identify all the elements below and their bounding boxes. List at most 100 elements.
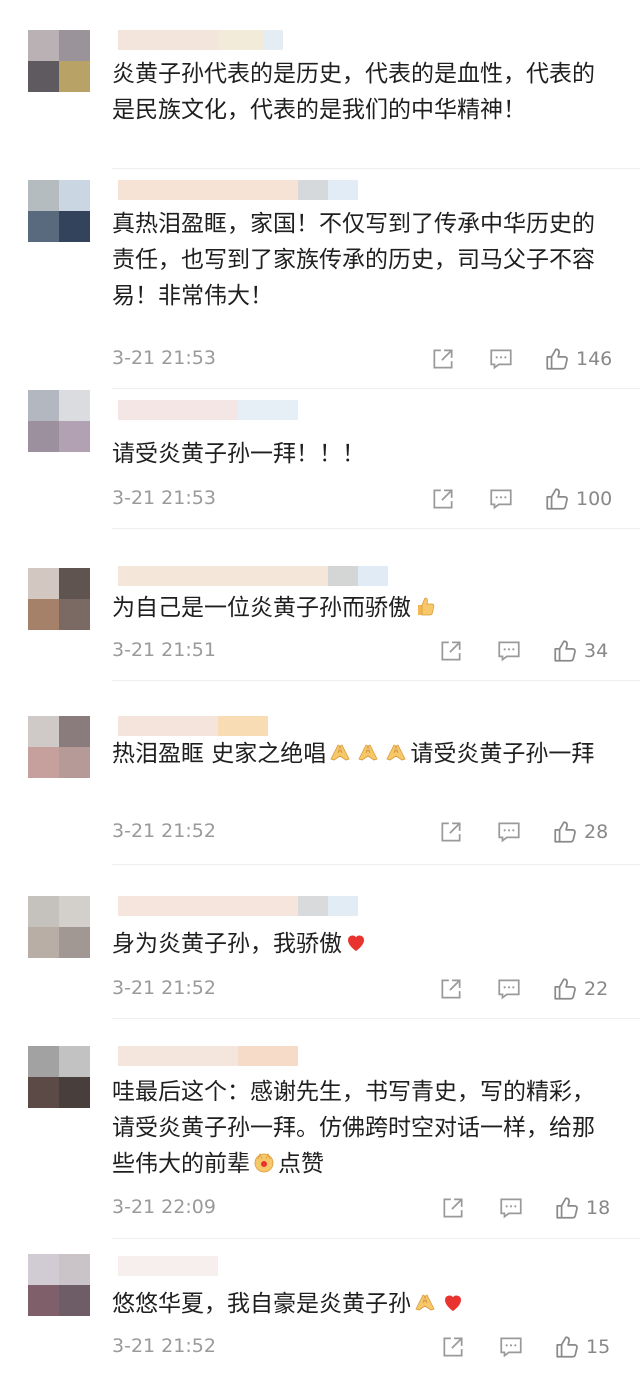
comment-text: 为自己是一位炎黄子孙而骄傲 [112,590,612,626]
avatar[interactable] [28,1254,90,1316]
like-button[interactable]: 15 [554,1333,610,1361]
like-count: 15 [586,1336,611,1358]
comment-meta: 3-21 21:52 22 [112,975,624,1003]
username-blurred[interactable] [118,566,388,586]
share-button[interactable] [440,1333,466,1361]
share-button[interactable] [438,818,464,846]
avatar[interactable] [28,568,90,630]
thumbs-up-icon [556,1197,578,1219]
share-button[interactable] [438,975,464,1003]
reply-button[interactable] [488,485,514,513]
divider [112,528,640,529]
like-count: 18 [586,1197,611,1219]
like-count: 100 [576,488,613,510]
share-icon [441,979,461,999]
username-blurred[interactable] [118,400,298,420]
comment-meta: 3-21 21:53 146 [112,345,624,373]
avatar[interactable] [28,180,90,242]
comment-time: 3-21 22:09 [112,1196,216,1218]
like-count: 22 [584,978,609,1000]
praying-hands-emoji [330,744,350,761]
comment-time: 3-21 21:52 [112,1335,216,1357]
reply-button[interactable] [488,345,514,373]
comment-text: 悠悠华夏，我自豪是炎黄子孙 [112,1286,612,1322]
comment-meta: 3-21 22:09 18 [112,1194,624,1222]
praying-hands-emoji [358,744,378,761]
avatar[interactable] [28,30,90,92]
like-button[interactable]: 18 [554,1194,610,1222]
username-blurred[interactable] [118,180,358,200]
praying-hands-emoji [415,1294,435,1311]
thumbs-up-icon [546,488,568,510]
comment-icon [490,489,512,510]
like-button[interactable]: 100 [544,485,612,513]
like-count: 28 [584,821,609,843]
comment-meta: 3-21 21:51 34 [112,637,624,665]
reply-button[interactable] [496,818,522,846]
comment-text: 哇最后这个：感谢先生，书写青史，写的精彩，请受炎黄子孙一拜。仿佛跨时空对话一样，… [112,1074,612,1182]
username-blurred[interactable] [118,896,358,916]
username-blurred[interactable] [118,716,268,736]
share-button[interactable] [440,1194,466,1222]
like-button[interactable]: 28 [552,818,608,846]
divider [112,680,640,681]
praying-hands-emoji [386,744,406,761]
avatar[interactable] [28,716,90,778]
share-icon [443,1337,463,1357]
comment-text-body: 为自己是一位炎黄子孙而骄傲 [112,595,411,621]
comment-meta: 3-21 21:53 100 [112,485,624,513]
comment-text-body: 悠悠华夏，我自豪是炎黄子孙 [112,1291,411,1317]
divider [112,1238,640,1239]
share-button[interactable] [438,637,464,665]
username-blurred[interactable] [118,1046,298,1066]
thumbs-up-icon [554,978,576,1000]
comment-text: 热泪盈眶 史家之绝唱 请受炎黄子孙一拜 [112,736,612,772]
comment-icon [500,1337,522,1358]
like-button[interactable]: 146 [544,345,612,373]
username-blurred[interactable] [118,1256,218,1276]
thumbs-up-icon [556,1336,578,1358]
comment-text: 炎黄子孙代表的是历史，代表的是血性，代表的是民族文化，代表的是我们的中华精神！ [112,61,595,123]
avatar[interactable] [28,390,90,452]
comment-time: 3-21 21:52 [112,820,216,842]
thumbs-up-icon [554,640,576,662]
reply-button[interactable] [496,975,522,1003]
comment-text: 真热泪盈眶，家国！不仅写到了传承中华历史的责任，也写到了家族传承的历史，司马父子… [112,211,595,309]
divider [112,168,640,169]
comment-time: 3-21 21:51 [112,639,216,661]
comment-icon [498,641,520,662]
avatar[interactable] [28,1046,90,1108]
username-blurred[interactable] [118,30,283,50]
comment-time: 3-21 21:53 [112,347,216,369]
celebrating-hands-emoji [254,1152,274,1173]
like-count: 146 [576,348,613,370]
reply-button[interactable] [496,637,522,665]
comment-text-body: 身为炎黄子孙，我骄傲 [112,931,342,957]
comment-text-body: 热泪盈眶 史家之绝唱 [112,741,327,767]
share-icon [441,822,461,842]
reply-button[interactable] [498,1333,524,1361]
share-icon [443,1198,463,1218]
comment-time: 3-21 21:53 [112,487,216,509]
share-button[interactable] [430,345,456,373]
comment-text-tail: 点赞 [278,1151,324,1177]
like-count: 34 [584,640,609,662]
avatar[interactable] [28,896,90,958]
red-heart-emoji [348,935,364,951]
thumbs-up-icon [546,348,568,370]
like-button[interactable]: 34 [552,637,608,665]
thumbs-up-icon [554,821,576,843]
share-icon [433,349,453,369]
like-button[interactable]: 22 [552,975,608,1003]
share-icon [441,641,461,661]
reply-button[interactable] [498,1194,524,1222]
comment-icon [490,349,512,370]
comment-meta: 3-21 21:52 28 [112,818,624,846]
thumbs-up-emoji [418,597,435,616]
comment-text-tail: 请受炎黄子孙一拜 [410,741,595,767]
comment-text-body: 哇最后这个：感谢先生，书写青史，写的精彩，请受炎黄子孙一拜。仿佛跨时空对话一样，… [112,1079,595,1177]
share-button[interactable] [430,485,456,513]
comment-icon [498,822,520,843]
comment-meta: 3-21 21:52 15 [112,1333,624,1361]
comment-text: 身为炎黄子孙，我骄傲 [112,926,612,962]
